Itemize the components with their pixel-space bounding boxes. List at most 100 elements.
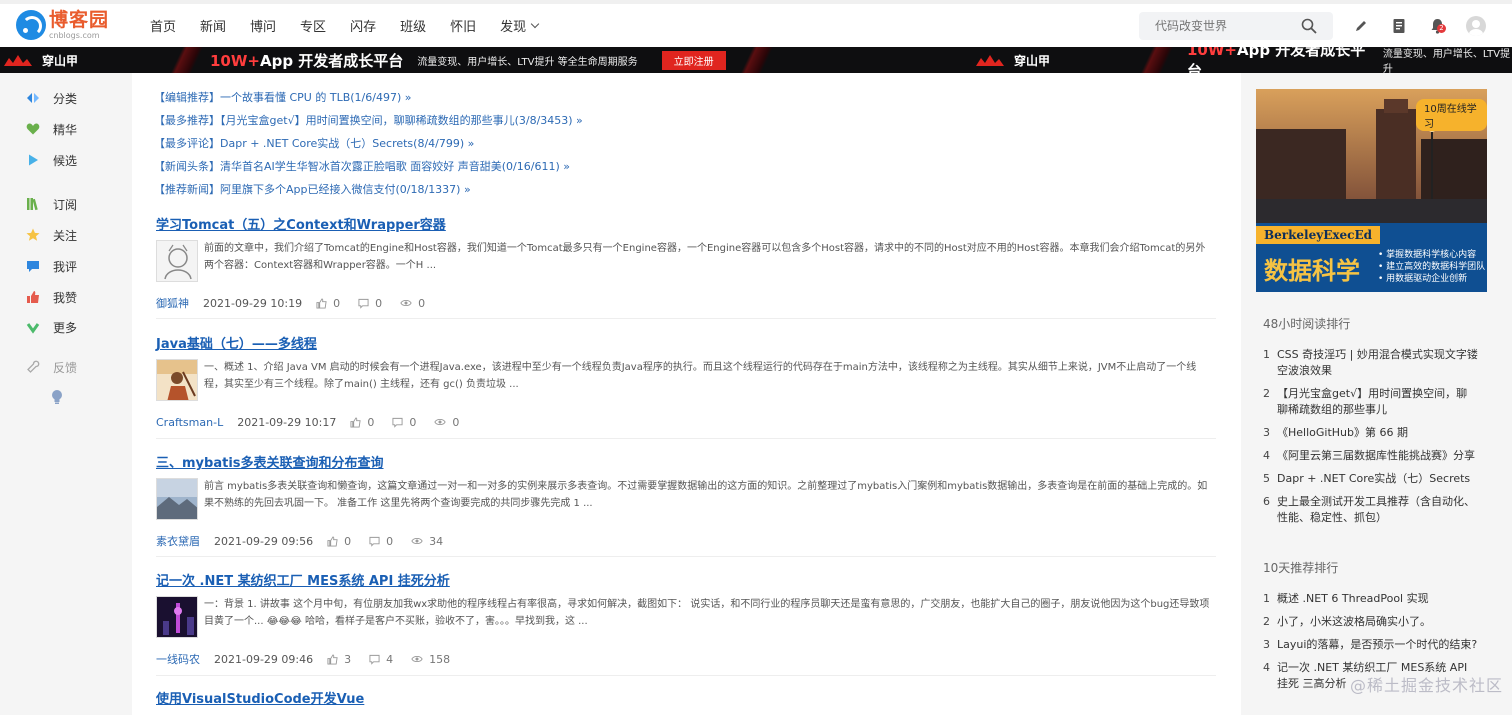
- rank48-title: 48小时阅读排行: [1263, 317, 1351, 331]
- headline-item[interactable]: 【编辑推荐】一个故事看懂 CPU 的 TLB(1/6/497) »: [154, 89, 583, 112]
- post-divider: [156, 438, 1216, 439]
- rank-item-title: Layui的落幕，是否预示一个时代的结束?: [1277, 638, 1478, 651]
- headline-text: 清华首名AI学生华智冰首次露正脸唱歌 面容姣好 声音甜美(0/16/611) »: [220, 160, 570, 173]
- post-date: 2021-09-29 10:19: [203, 296, 303, 310]
- sidebar-item-follow[interactable]: 关注: [26, 225, 77, 245]
- rank-item[interactable]: 2 小了，小米这波格局确实小了。: [1263, 614, 1478, 630]
- lightbulb-icon: [52, 390, 62, 404]
- user-icon: [1469, 20, 1483, 36]
- site-logo[interactable]: 博客园 cnblogs.com: [16, 10, 109, 40]
- notification-button[interactable]: 2: [1427, 16, 1447, 36]
- rank-item[interactable]: 5 Dapr + .NET Core实战（七）Secrets: [1263, 471, 1478, 487]
- comment-count[interactable]: 0: [358, 297, 382, 310]
- post-date: 2021-09-29 09:46: [214, 652, 314, 666]
- comment-count[interactable]: 0: [369, 535, 393, 548]
- like-count[interactable]: 0: [316, 297, 340, 310]
- sidebar-item-category[interactable]: 分类: [26, 88, 77, 108]
- avatar-image: [157, 241, 197, 281]
- post-summary: 一、概述 1、介绍 Java VM 启动的时候会有一个进程Java.exe，该进…: [204, 362, 1197, 390]
- nav-home[interactable]: 首页: [150, 16, 176, 35]
- post-title[interactable]: 记一次 .NET 某纺织工厂 MES系统 API 挂死分析: [156, 570, 1216, 589]
- headline-item[interactable]: 【新闻头条】清华首名AI学生华智冰首次露正脸唱歌 面容姣好 声音甜美(0/16/…: [154, 158, 583, 181]
- rank-item[interactable]: 6 史上最全测试开发工具推荐（含自动化、性能、稳定性、抓包）: [1263, 494, 1478, 526]
- ad-card[interactable]: 10周在线学习 BerkeleyExecEd 数据科学 • 掌握数据科学核心内容…: [1256, 89, 1487, 292]
- write-button[interactable]: [1351, 16, 1371, 36]
- right-sidebar: 10周在线学习 BerkeleyExecEd 数据科学 • 掌握数据科学核心内容…: [1241, 73, 1512, 715]
- like-count[interactable]: 3: [327, 653, 351, 666]
- headline-item[interactable]: 【最多推荐】【月光宝盒get√】用时间置换空间，聊聊稀疏数组的那些事儿(3/8/…: [154, 112, 583, 135]
- search-icon[interactable]: [1301, 18, 1317, 34]
- ad-brand: BerkeleyExecEd: [1256, 226, 1380, 244]
- idea-button[interactable]: [50, 389, 64, 408]
- eye-icon: [411, 656, 423, 662]
- star-icon: [26, 228, 40, 242]
- post-author[interactable]: 一线码农: [156, 651, 200, 667]
- sidebar-item-my-comments[interactable]: 我评: [26, 256, 77, 276]
- avatar-image: [157, 479, 197, 519]
- ad-point: • 建立高效的数据科学团队: [1378, 262, 1486, 272]
- sidebar-item-more[interactable]: 更多: [26, 317, 77, 337]
- author-avatar[interactable]: [156, 359, 198, 401]
- sidebar-item-featured[interactable]: 精华: [26, 119, 77, 139]
- like-count[interactable]: 0: [327, 535, 351, 548]
- post-author[interactable]: Craftsman-L: [156, 416, 223, 429]
- sidebar-item-subscribe[interactable]: 订阅: [26, 194, 77, 214]
- ad-point-text: 用数据驱动企业创新: [1386, 274, 1468, 284]
- post-title[interactable]: 三、mybatis多表关联查询和分布查询: [156, 452, 1216, 471]
- comment-count[interactable]: 0: [392, 416, 416, 429]
- comment-count[interactable]: 4: [369, 653, 393, 666]
- rank-item[interactable]: 3 《HelloGitHub》第 66 期: [1263, 425, 1478, 441]
- sidebar-item-label: 我评: [53, 259, 78, 274]
- like-count-value: 0: [367, 415, 375, 429]
- post-author[interactable]: 素衣黛眉: [156, 533, 200, 549]
- user-avatar[interactable]: [1466, 16, 1486, 36]
- nav-zones[interactable]: 专区: [300, 16, 326, 35]
- sidebar-item-label: 关注: [53, 228, 78, 243]
- sidebar-item-label: 订阅: [53, 197, 78, 212]
- author-avatar[interactable]: [156, 478, 198, 520]
- author-avatar[interactable]: [156, 596, 198, 638]
- post-divider: [156, 318, 1216, 319]
- rank-item[interactable]: 1 CSS 奇技淫巧 | 妙用混合模式实现文字镂空波浪效果: [1263, 347, 1478, 379]
- nav-flash[interactable]: 闪存: [350, 16, 376, 35]
- like-count[interactable]: 0: [350, 416, 374, 429]
- sidebar-item-label: 精华: [53, 122, 78, 137]
- avatar-image: [157, 597, 197, 637]
- headline-item[interactable]: 【推荐新闻】阿里旗下多个App已经接入微信支付(0/18/1337) »: [154, 181, 583, 204]
- nav-news[interactable]: 新闻: [200, 16, 226, 35]
- rank-item[interactable]: 1 概述 .NET 6 ThreadPool 实现: [1263, 591, 1478, 607]
- rank-item[interactable]: 2 【月光宝盒get√】用时间置换空间，聊聊稀疏数组的那些事儿: [1263, 386, 1478, 418]
- sidebar-item-label: 反馈: [53, 360, 78, 375]
- post-title[interactable]: 学习Tomcat（五）之Context和Wrapper容器: [156, 214, 1216, 233]
- banner-brand: 穿山甲: [4, 52, 78, 69]
- banner-register-button[interactable]: 立即注册: [661, 50, 726, 70]
- search-input[interactable]: [1155, 19, 1305, 33]
- rank-item-title: CSS 奇技淫巧 | 妙用混合模式实现文字镂空波浪效果: [1277, 348, 1478, 377]
- chevron-down-icon: [530, 19, 540, 28]
- rank-item[interactable]: 4 《阿里云第三届数据库性能挑战赛》分享: [1263, 448, 1478, 464]
- post-author[interactable]: 御狐神: [156, 295, 189, 311]
- thumbs-up-icon: [26, 290, 40, 304]
- nav-discover-label: 发现: [500, 20, 527, 35]
- view-count: 34: [411, 535, 443, 548]
- post-title[interactable]: Java基础（七）——多线程: [156, 333, 1216, 352]
- ad-banner[interactable]: 穿山甲 10W+App 开发者成长平台 流量变现、用户增长、LTV提升 等全生命…: [0, 47, 1512, 73]
- sidebar-item-candidate[interactable]: 候选: [26, 150, 77, 170]
- post-title[interactable]: 使用VisualStudioCode开发Vue: [156, 688, 1216, 707]
- nav-nostalgia[interactable]: 怀旧: [450, 16, 476, 35]
- nav-classes[interactable]: 班级: [400, 16, 426, 35]
- nav-questions[interactable]: 博问: [250, 16, 276, 35]
- nav-discover[interactable]: 发现: [500, 16, 540, 35]
- drafts-button[interactable]: [1389, 16, 1409, 36]
- comment-icon: [26, 259, 40, 273]
- books-icon: [26, 197, 40, 211]
- sidebar-item-label: 我赞: [53, 290, 78, 305]
- comment-count-value: 0: [386, 534, 394, 548]
- headline-text: Dapr + .NET Core实战（七）Secrets(8/4/799) »: [220, 137, 475, 150]
- sidebar-item-feedback[interactable]: 反馈: [26, 357, 77, 377]
- headline-item[interactable]: 【最多评论】Dapr + .NET Core实战（七）Secrets(8/4/7…: [154, 135, 583, 158]
- rank-item[interactable]: 3 Layui的落幕，是否预示一个时代的结束?: [1263, 637, 1478, 653]
- author-avatar[interactable]: [156, 240, 198, 282]
- sidebar-item-my-likes[interactable]: 我赞: [26, 287, 77, 307]
- post-summary: 前面的文章中，我们介绍了Tomcat的Engine和Host容器，我们知道一个T…: [204, 243, 1206, 271]
